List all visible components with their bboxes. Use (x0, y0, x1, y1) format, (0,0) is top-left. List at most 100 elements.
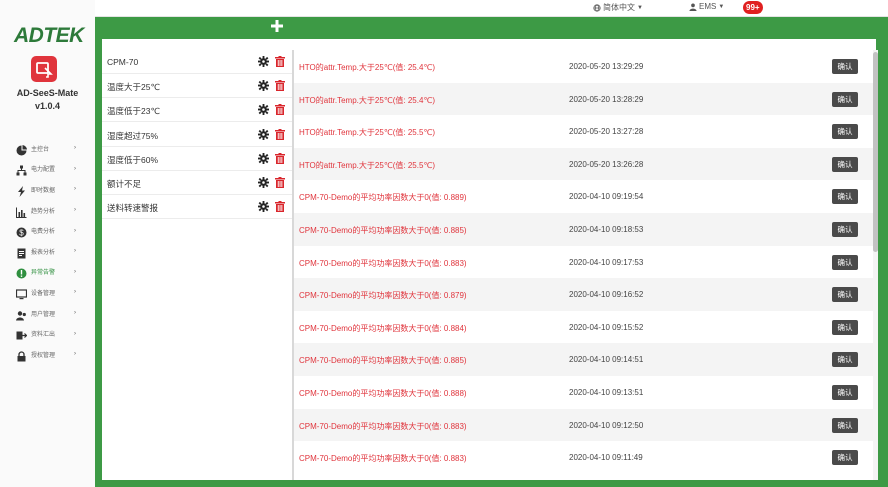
caret-down-icon: ▼ (637, 4, 643, 11)
trash-icon[interactable] (275, 56, 285, 67)
alarm-row: HTO的attr.Temp.大于25℃(值: 25.5℃) 2020-05-20 … (294, 115, 873, 148)
confirm-button[interactable]: 确认 (832, 417, 858, 433)
trash-icon[interactable] (275, 104, 285, 116)
alarm-content: CPM-70-Demo的平均功率因数大于0(值: 0.883) (299, 258, 467, 268)
confirm-button[interactable]: 确认 (832, 287, 858, 303)
chevron-right-icon: › (74, 330, 76, 337)
sidebar-item-6[interactable]: 报表分析 › (0, 241, 95, 262)
rule-list-item[interactable]: 温度大于25℃ (102, 74, 292, 99)
rule-list-item[interactable]: 湿度超过75% (102, 123, 292, 147)
sidebar-item-7[interactable]: 异常告警 › (0, 262, 95, 283)
confirm-button[interactable]: 确认 (832, 254, 858, 270)
sidebar-item-1[interactable]: 主控台 › (0, 138, 95, 159)
monitor-icon (15, 287, 28, 300)
alarm-time: 2020-04-10 09:14:51 (569, 355, 644, 365)
rule-list-item[interactable]: 额计不足 (102, 171, 292, 195)
gear-icon[interactable] (258, 201, 269, 213)
alarm-row: CPM-70-Demo的平均功率因数大于0(值: 0.879) 2020-04-1… (294, 278, 873, 311)
dollar-icon: $ (16, 225, 27, 238)
hierarchy-icon (16, 163, 27, 176)
sidebar-item-9[interactable]: 用户管理 › (0, 303, 95, 324)
alarm-row: CPM-70-Demo的平均功率因数大于0(值: 0.885) 2020-04-1… (294, 213, 873, 246)
rule-name: 额计不足 (107, 179, 142, 189)
add-rule-button[interactable] (270, 19, 284, 33)
user-menu[interactable]: EMS ▼ (689, 2, 724, 11)
language-selector[interactable]: 简体中文 ▼ (593, 2, 643, 13)
panel-border-left (95, 17, 102, 487)
chevron-right-icon: › (74, 145, 76, 152)
rule-list-item[interactable]: 送料转速警报 (102, 195, 292, 220)
alarm-time: 2020-05-20 13:29:29 (569, 62, 644, 71)
app-icon (31, 56, 57, 82)
gear-icon[interactable] (258, 152, 269, 164)
chevron-right-icon: › (74, 351, 76, 358)
gear-icon[interactable] (258, 104, 269, 116)
alert-icon (16, 266, 27, 279)
confirm-button[interactable]: 确认 (832, 59, 858, 74)
confirm-button[interactable]: 确认 (832, 124, 858, 140)
app-version: v1.0.4 (34, 101, 61, 111)
sidebar-item-2[interactable]: 电力配置 › (0, 159, 95, 180)
confirm-button[interactable]: 确认 (832, 352, 858, 368)
sidebar-item-label: 资料汇出 (31, 332, 56, 339)
sidebar-item-11[interactable]: 授权管理 › (0, 344, 95, 365)
rule-list-item[interactable]: CPM-70 (102, 50, 292, 74)
lock-icon (16, 349, 27, 362)
sidebar-item-5[interactable]: $ 电费分析 › (0, 220, 95, 241)
trash-icon[interactable] (275, 80, 285, 92)
confirm-button[interactable]: 确认 (832, 91, 858, 107)
confirm-button[interactable]: 确认 (832, 319, 858, 335)
notification-badge[interactable]: 99+ (743, 1, 763, 14)
alarm-time: 2020-04-10 09:12:50 (569, 420, 644, 430)
globe-icon (593, 3, 601, 12)
trash-icon[interactable] (275, 152, 285, 164)
sidebar-item-label: 授权管理 (31, 352, 56, 359)
alarm-content: CPM-70-Demo的平均功率因数大于0(值: 0.879) (299, 291, 467, 301)
chevron-right-icon: › (74, 268, 76, 275)
rule-name: 湿度超过75% (107, 130, 159, 141)
gear-icon[interactable] (258, 80, 269, 92)
alarm-row: HTO的attr.Temp.大于25℃(值: 25.5℃) 2020-05-20 … (294, 147, 873, 181)
sidebar-item-4[interactable]: 趋势分析 › (0, 200, 95, 221)
alarm-time: 2020-04-10 09:19:54 (569, 192, 644, 202)
rule-list-item[interactable]: 湿度低于60% (102, 147, 292, 171)
alarm-time: 2020-04-10 09:13:51 (569, 388, 644, 397)
report-icon (16, 246, 27, 259)
confirm-button[interactable]: 确认 (832, 222, 858, 237)
confirm-button[interactable]: 确认 (832, 156, 858, 172)
alarm-content: CPM-70-Demo的平均功率因数大于0(值: 0.884) (299, 323, 467, 333)
rule-name: 送料转速警报 (107, 203, 159, 214)
confirm-button[interactable]: 确认 (832, 189, 858, 205)
confirm-button[interactable]: 确认 (832, 385, 858, 400)
chevron-right-icon: › (74, 310, 76, 317)
gear-icon[interactable] (258, 56, 269, 67)
user-icon (689, 3, 697, 11)
sidebar-item-10[interactable]: 资料汇出 › (0, 323, 95, 344)
sidebar-item-8[interactable]: 设备管理 › (0, 282, 95, 303)
alarm-row: CPM-70-Demo的平均功率因数大于0(值: 0.889) 2020-04-1… (294, 180, 873, 213)
dashboard-icon (16, 143, 27, 156)
alarm-row: CPM-70-Demo的平均功率因数大于0(值: 0.883) 2020-04-1… (294, 441, 873, 474)
sidebar-item-label: 报表分析 (31, 249, 56, 256)
gear-icon[interactable] (258, 177, 269, 188)
trash-icon[interactable] (275, 128, 285, 140)
confirm-button[interactable]: 确认 (832, 450, 858, 466)
trash-icon[interactable] (275, 177, 285, 188)
alarm-table: HTO的attr.Temp.大于25℃(值: 25.4℃) 2020-05-20 … (294, 50, 873, 480)
rule-list-item[interactable]: 温度低于23℃ (102, 98, 292, 123)
sidebar: ADTEK AD-SeeS-Mate v1.0.4 主控台 › 电力配置 › 即时数据 ›… (0, 0, 95, 487)
rule-name: 湿度低于60% (107, 154, 159, 165)
gear-icon[interactable] (258, 128, 269, 140)
alarm-content: CPM-70-Demo的平均功率因数大于0(值: 0.888) (299, 389, 467, 398)
alarm-content: CPM-70-Demo的平均功率因数大于0(值: 0.885) (299, 356, 467, 366)
alarm-row: CPM-70-Demo的平均功率因数大于0(值: 0.883) 2020-04-1… (294, 408, 873, 442)
sidebar-item-3[interactable]: 即时数据 › (0, 179, 95, 200)
trash-icon[interactable] (275, 201, 285, 213)
sidebar-item-label: 电力配置 (31, 167, 56, 174)
chevron-right-icon: › (74, 186, 76, 193)
alarm-time: 2020-04-10 09:18:53 (569, 225, 644, 234)
sidebar-nav: 主控台 › 电力配置 › 即时数据 › 趋势分析 › $ 电费分析 › 报表分析 › 异常告警 › 设备管理 ›… (0, 138, 95, 365)
rule-name: 温度大于25℃ (107, 82, 161, 93)
language-label: 简体中文 (603, 3, 635, 12)
scrollbar-thumb[interactable] (873, 52, 878, 252)
